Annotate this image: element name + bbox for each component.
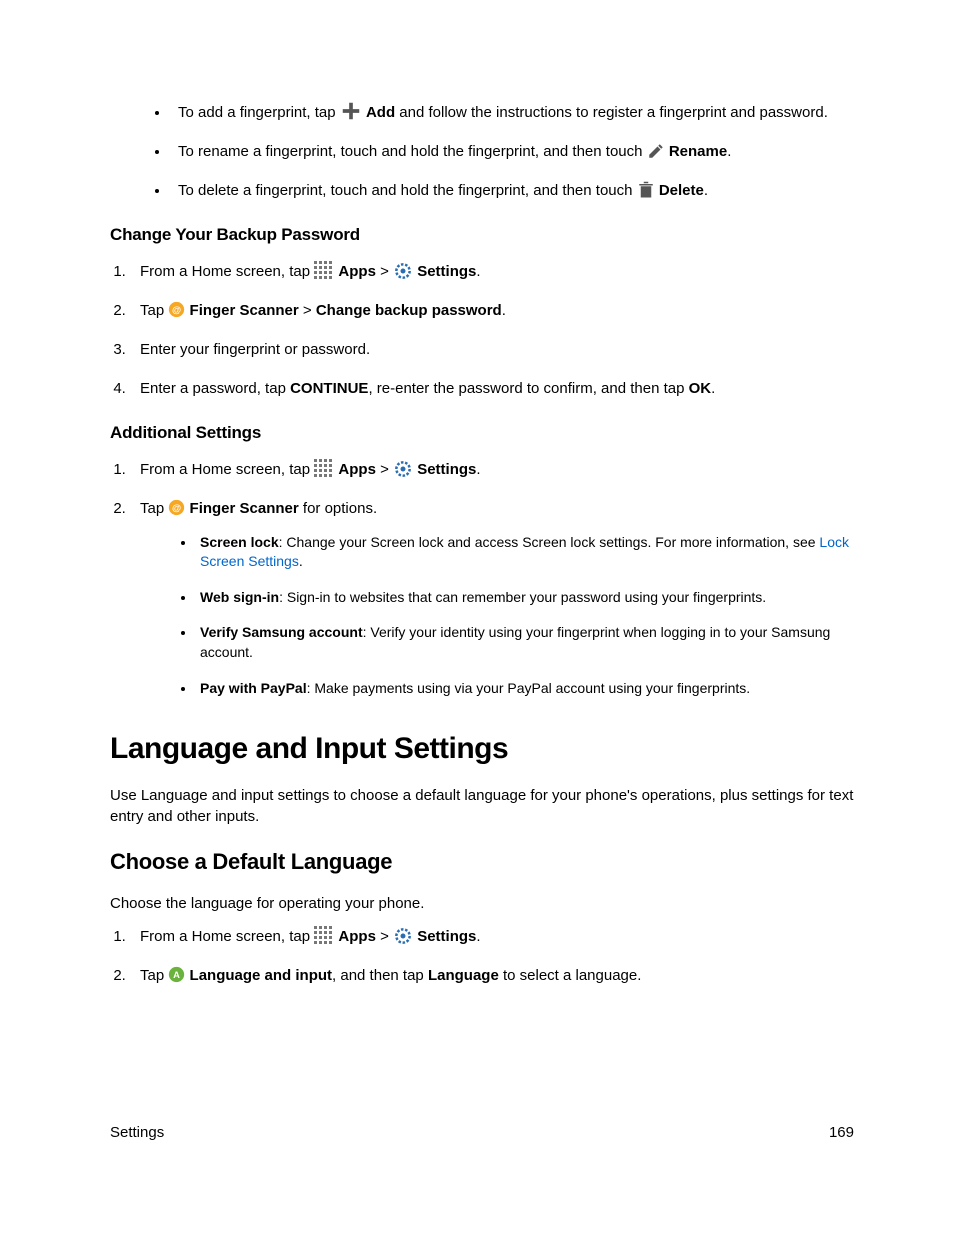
finger-scanner-label: Finger Scanner	[190, 302, 299, 319]
list-item: To rename a fingerprint, touch and hold …	[170, 141, 854, 162]
step-4: Enter a password, tap CONTINUE, re-enter…	[130, 378, 854, 399]
list-item: Web sign-in: Sign-in to websites that ca…	[196, 588, 854, 608]
sep: >	[380, 928, 389, 945]
settings-label: Settings	[417, 928, 476, 945]
page-footer: Settings 169	[110, 1122, 854, 1143]
svg-text:A: A	[173, 970, 180, 980]
choose-lang-steps: From a Home screen, tap Apps > Settings.…	[110, 926, 854, 986]
text: To delete a fingerprint, touch and hold …	[178, 182, 632, 199]
period: .	[476, 461, 480, 478]
settings-icon	[393, 459, 413, 479]
sep: >	[380, 461, 389, 478]
language-icon: A	[168, 966, 185, 983]
text: To add a fingerprint, tap	[178, 104, 336, 121]
page-number: 169	[829, 1122, 854, 1143]
step-2: Tap @ Finger Scanner > Change backup pas…	[130, 300, 854, 321]
option-label: Verify Samsung account	[200, 624, 363, 640]
options-list: Screen lock: Change your Screen lock and…	[140, 533, 854, 699]
list-item: To add a fingerprint, tap Add and follow…	[170, 100, 854, 123]
settings-label: Settings	[417, 263, 476, 280]
period: .	[727, 143, 731, 160]
list-item: Screen lock: Change your Screen lock and…	[196, 533, 854, 572]
delete-label: Delete	[659, 182, 704, 199]
period: .	[476, 928, 480, 945]
text: Tap	[140, 967, 164, 984]
apps-icon	[314, 261, 334, 279]
sep: >	[380, 263, 389, 280]
apps-icon	[314, 459, 334, 477]
trash-icon	[637, 181, 655, 201]
finger-scanner-icon: @	[168, 301, 185, 318]
change-backup-label: Change backup password	[316, 302, 502, 319]
settings-icon	[393, 926, 413, 946]
text: , and then tap	[332, 967, 428, 984]
heading-language-input: Language and Input Settings	[110, 728, 854, 770]
svg-text:@: @	[172, 305, 181, 315]
rename-label: Rename	[669, 143, 727, 160]
ok-label: OK	[689, 380, 712, 397]
settings-label: Settings	[417, 461, 476, 478]
text: for options.	[303, 500, 377, 517]
step-3: Enter your fingerprint or password.	[130, 339, 854, 360]
text: To rename a fingerprint, touch and hold …	[178, 143, 642, 160]
text: : Sign-in to websites that can remember …	[279, 589, 766, 605]
svg-text:@: @	[172, 502, 181, 512]
additional-steps: From a Home screen, tap Apps > Settings.…	[110, 459, 854, 699]
settings-icon	[393, 261, 413, 281]
lang-input-label: Language and input	[190, 967, 333, 984]
text: From a Home screen, tap	[140, 461, 310, 478]
text: and follow the instructions to register …	[399, 104, 828, 121]
heading-additional: Additional Settings	[110, 421, 854, 445]
step-1: From a Home screen, tap Apps > Settings.	[130, 459, 854, 480]
step-2: Tap @ Finger Scanner for options. Screen…	[130, 498, 854, 699]
text: Tap	[140, 302, 164, 319]
option-label: Pay with PayPal	[200, 680, 307, 696]
pencil-icon	[647, 142, 665, 162]
text: Enter a password, tap	[140, 380, 290, 397]
step-1: From a Home screen, tap Apps > Settings.	[130, 926, 854, 947]
list-item: Verify Samsung account: Verify your iden…	[196, 623, 854, 662]
text: , re-enter the password to confirm, and …	[368, 380, 688, 397]
heading-change-backup: Change Your Backup Password	[110, 223, 854, 247]
period: .	[299, 553, 303, 569]
period: .	[711, 380, 715, 397]
text: From a Home screen, tap	[140, 263, 310, 280]
text: Tap	[140, 500, 164, 517]
text: : Make payments using via your PayPal ac…	[307, 680, 751, 696]
list-item: To delete a fingerprint, touch and hold …	[170, 180, 854, 201]
apps-label: Apps	[338, 928, 376, 945]
period: .	[476, 263, 480, 280]
choose-intro: Choose the language for operating your p…	[110, 893, 854, 914]
fingerprint-action-list: To add a fingerprint, tap Add and follow…	[110, 100, 854, 201]
apps-label: Apps	[338, 263, 376, 280]
text: : Change your Screen lock and access Scr…	[279, 534, 820, 550]
finger-scanner-label: Finger Scanner	[190, 500, 299, 517]
language-label: Language	[428, 967, 499, 984]
text: From a Home screen, tap	[140, 928, 310, 945]
step-2: Tap A Language and input, and then tap L…	[130, 965, 854, 986]
option-label: Web sign-in	[200, 589, 279, 605]
apps-icon	[314, 926, 334, 944]
list-item: Pay with PayPal: Make payments using via…	[196, 679, 854, 699]
sep: >	[303, 302, 312, 319]
apps-label: Apps	[338, 461, 376, 478]
period: .	[502, 302, 506, 319]
footer-section: Settings	[110, 1122, 164, 1143]
add-label: Add	[366, 104, 395, 121]
heading-choose-language: Choose a Default Language	[110, 847, 854, 878]
continue-label: CONTINUE	[290, 380, 368, 397]
lang-intro: Use Language and input settings to choos…	[110, 785, 854, 827]
text: to select a language.	[499, 967, 642, 984]
finger-scanner-icon: @	[168, 499, 185, 516]
backup-steps: From a Home screen, tap Apps > Settings.…	[110, 261, 854, 399]
step-1: From a Home screen, tap Apps > Settings.	[130, 261, 854, 282]
plus-icon	[340, 100, 362, 122]
option-label: Screen lock	[200, 534, 279, 550]
period: .	[704, 182, 708, 199]
